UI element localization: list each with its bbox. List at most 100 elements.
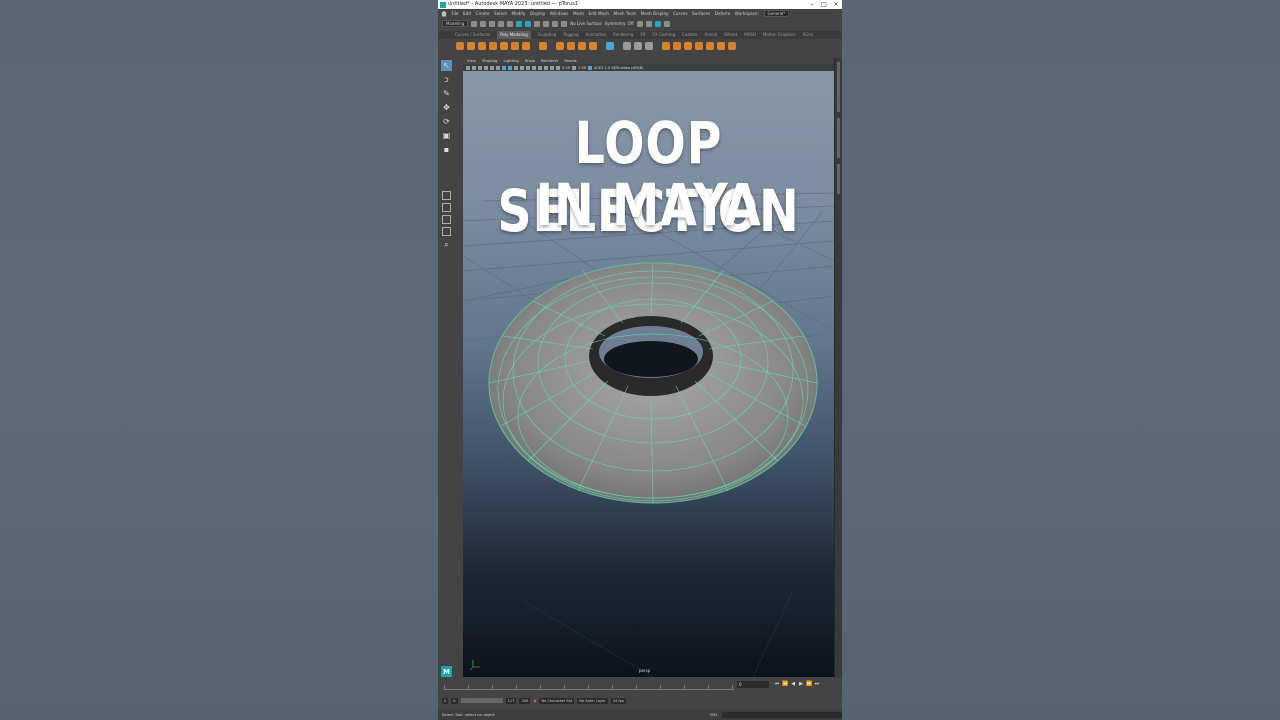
xray-joints-icon[interactable] <box>550 65 554 70</box>
new-scene-icon[interactable] <box>471 20 478 27</box>
menu-file[interactable]: File <box>452 9 459 18</box>
tab-fx[interactable]: FX <box>640 31 645 39</box>
menu-curves[interactable]: Curves <box>673 9 688 18</box>
film-gate-icon[interactable] <box>490 65 494 70</box>
menu-mesh-tools[interactable]: Mesh Tools <box>614 9 637 18</box>
select-tool-icon[interactable]: ↖ <box>441 60 452 71</box>
attribute-editor-tab[interactable] <box>837 118 840 158</box>
insert-edge-loop-icon[interactable] <box>717 42 725 50</box>
command-line-input[interactable] <box>722 711 842 718</box>
textured-icon[interactable] <box>514 65 518 70</box>
tab-curves-surfaces[interactable]: Curves / Surfaces <box>455 31 490 39</box>
camera-attributes-icon[interactable] <box>466 65 470 70</box>
mel-label[interactable]: MEL <box>710 712 718 717</box>
menu-edit-mesh[interactable]: Edit Mesh <box>589 9 609 18</box>
render-setup-icon[interactable] <box>663 20 670 27</box>
menu-mesh[interactable]: Mesh <box>573 9 584 18</box>
animation-end-field[interactable]: 200 <box>519 697 531 704</box>
redo-icon[interactable] <box>507 20 514 27</box>
snap-curve-icon[interactable] <box>543 20 550 27</box>
snap-surface-icon[interactable] <box>561 20 568 27</box>
menu-display[interactable]: Display <box>530 9 545 18</box>
tab-sculpting[interactable]: Sculpting <box>538 31 557 39</box>
isolate-select-icon[interactable] <box>538 65 542 70</box>
go-to-start-icon[interactable]: ⏮ <box>774 681 780 688</box>
play-forward-icon[interactable]: ▶ <box>798 681 804 688</box>
ambient-occlusion-icon[interactable] <box>532 65 536 70</box>
tab-mash[interactable]: MASH <box>744 31 756 39</box>
undo-icon[interactable] <box>498 20 505 27</box>
minimize-button[interactable]: – <box>806 0 818 9</box>
poly-plane-icon[interactable] <box>511 42 519 50</box>
bookmark-icon[interactable] <box>472 65 476 70</box>
search-icon[interactable]: ⌕ <box>441 239 452 250</box>
smooth-shade-icon[interactable] <box>508 65 512 70</box>
menu-mesh-display[interactable]: Mesh Display <box>641 9 669 18</box>
live-surface-label[interactable]: No Live Surface <box>570 21 601 26</box>
poly-disc-icon[interactable] <box>522 42 530 50</box>
exposure-icon[interactable] <box>556 65 560 70</box>
combine-icon[interactable] <box>556 42 564 50</box>
select-by-component-icon[interactable] <box>525 20 532 27</box>
menu-modify[interactable]: Modify <box>511 9 525 18</box>
target-weld-icon[interactable] <box>706 42 714 50</box>
tab-arnold[interactable]: Arnold <box>704 31 717 39</box>
play-backward-icon[interactable]: ◀ <box>790 681 796 688</box>
lasso-tool-icon[interactable]: ↄ <box>441 74 452 85</box>
poly-cylinder-icon[interactable] <box>478 42 486 50</box>
smooth-icon[interactable] <box>623 42 631 50</box>
bridge-icon[interactable] <box>645 42 653 50</box>
anim-layer-dropdown[interactable]: No Anim Layer <box>577 697 608 704</box>
poly-cube-icon[interactable] <box>467 42 475 50</box>
fill-hole-icon[interactable] <box>684 42 692 50</box>
channel-box-tab[interactable] <box>837 62 840 112</box>
xray-icon[interactable] <box>544 65 548 70</box>
mirror-icon[interactable] <box>634 42 642 50</box>
maximize-button[interactable]: □ <box>818 0 830 9</box>
workspace-dropdown[interactable]: General* <box>763 10 790 17</box>
menu-windows[interactable]: Windows <box>550 9 569 18</box>
time-slider[interactable]: 0 ⏮ ⏪ ◀ ▶ ⏩ ⏭ <box>442 678 838 694</box>
save-scene-icon[interactable] <box>489 20 496 27</box>
grid-toggle-icon[interactable] <box>484 65 488 70</box>
step-back-icon[interactable]: ⏪ <box>782 681 788 688</box>
rotate-tool-icon[interactable]: ⟳ <box>441 116 452 127</box>
shadows-icon[interactable] <box>526 65 530 70</box>
outliner-layout-icon[interactable] <box>442 227 451 236</box>
menu-deform[interactable]: Deform <box>715 9 731 18</box>
colorspace-dropdown[interactable]: ACES 1.0 SDR-video (sRGB) <box>594 66 643 70</box>
last-tool-icon[interactable]: ▪ <box>441 144 452 155</box>
gamma-value[interactable]: 1.00 <box>578 66 586 70</box>
go-to-end-icon[interactable]: ⏭ <box>814 681 820 688</box>
tab-xgen[interactable]: XGen <box>802 31 813 39</box>
fps-dropdown[interactable]: 24 fps <box>610 697 626 704</box>
resolution-gate-icon[interactable] <box>496 65 500 70</box>
current-frame-field[interactable]: 0 <box>737 681 769 688</box>
tab-custom[interactable]: Custom <box>682 31 697 39</box>
ipr-render-icon[interactable] <box>645 20 652 27</box>
playback-end-field[interactable]: 117 <box>505 697 517 704</box>
tool-settings-tab[interactable] <box>837 164 840 194</box>
select-by-hierarchy-icon[interactable] <box>516 20 523 27</box>
persp-graph-layout-icon[interactable] <box>442 215 451 224</box>
merge-icon[interactable] <box>728 42 736 50</box>
step-forward-icon[interactable]: ⏩ <box>806 681 812 688</box>
open-scene-icon[interactable] <box>480 20 487 27</box>
separate-icon[interactable] <box>567 42 575 50</box>
hypershade-icon[interactable] <box>654 20 661 27</box>
tab-animation[interactable]: Animation <box>586 31 606 39</box>
auto-key-icon[interactable]: ● <box>533 699 536 703</box>
color-management-icon[interactable] <box>588 65 593 70</box>
poly-cone-icon[interactable] <box>489 42 497 50</box>
svg-tool-icon[interactable] <box>589 42 597 50</box>
poly-sphere-icon[interactable] <box>456 42 464 50</box>
gamma-icon[interactable] <box>572 65 577 70</box>
playback-start-field[interactable]: 0 <box>451 697 458 704</box>
single-perspective-layout-icon[interactable] <box>442 191 451 200</box>
extrude-icon[interactable] <box>662 42 670 50</box>
super-shapes-icon[interactable] <box>539 42 547 50</box>
tab-bifrost[interactable]: Bifrost <box>724 31 737 39</box>
tab-motion-graphics[interactable]: Motion Graphics <box>763 31 796 39</box>
torus-mesh[interactable] <box>488 262 818 504</box>
poly-torus-icon[interactable] <box>500 42 508 50</box>
